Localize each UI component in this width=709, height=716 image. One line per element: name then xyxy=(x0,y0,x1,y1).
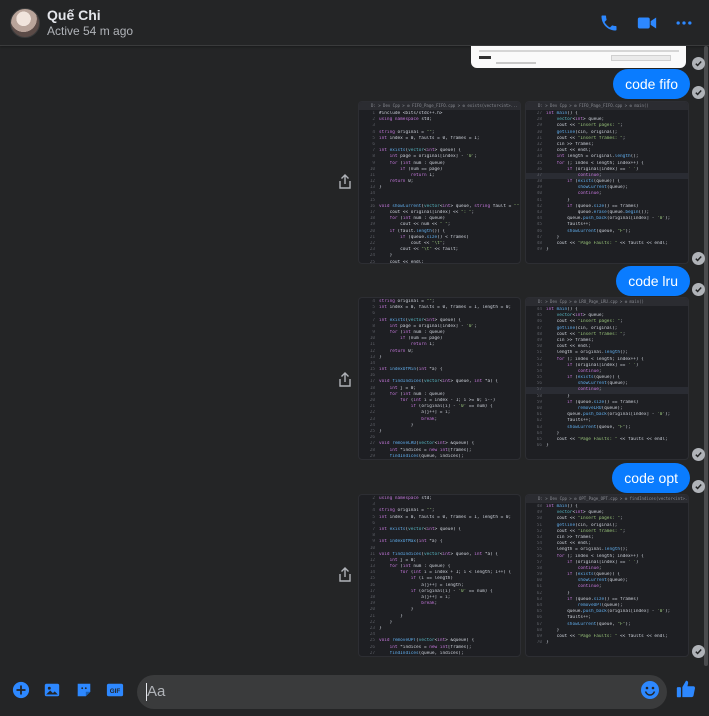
seen-check-icon xyxy=(692,448,705,461)
emoji-icon[interactable] xyxy=(640,680,660,700)
code-lines: 1 #include <bits/stdc++.h> 2 using namespac… xyxy=(359,110,520,264)
line-number: 70 xyxy=(536,640,542,646)
sticker-icon[interactable] xyxy=(74,680,94,700)
svg-text:GIF: GIF xyxy=(110,688,121,695)
line-number: 66 xyxy=(536,443,542,449)
line-text: cout << endl; xyxy=(379,259,424,264)
message-composer: GIF Aa xyxy=(0,666,709,716)
code-lines: 48 int main() {49 vector<int> queue; 50 co… xyxy=(526,503,688,646)
line-text: } xyxy=(546,640,549,646)
seen-check-icon xyxy=(692,57,705,70)
active-status: Active 54 m ago xyxy=(47,24,134,38)
share-icon[interactable] xyxy=(338,372,352,388)
line-text: } xyxy=(546,443,549,449)
code-line: 70} xyxy=(526,640,688,646)
seen-check-icon xyxy=(692,252,705,265)
code-lines: 27 int main() {28 vector<int> queue; 29 co… xyxy=(526,110,688,253)
thumbs-up-icon[interactable] xyxy=(675,678,697,700)
plus-circle-icon[interactable] xyxy=(11,680,31,700)
message-bubble[interactable]: code opt xyxy=(612,463,690,493)
editor-breadcrumb: D: > Dev Cpp > ⚙ FIFO_Page_FIFO.cpp > ⚙ … xyxy=(359,102,520,110)
avatar[interactable] xyxy=(10,8,40,38)
code-screenshot-opt-left[interactable]: 2 using namespace std; 3 4 string original =… xyxy=(358,494,521,657)
seen-check-icon xyxy=(692,645,705,658)
scroll-thumb[interactable] xyxy=(704,46,708,666)
messenger-chat-window: Quế Chi Active 54 m ago code fifo D: > D… xyxy=(0,0,709,716)
code-screenshot-lru-left[interactable]: 4 string original = ""; 5 int index = 0, fa… xyxy=(358,297,521,460)
more-options-icon[interactable] xyxy=(673,12,695,34)
code-line: 25 cout << endl; xyxy=(359,259,520,264)
code-screenshot-lru-right[interactable]: D: > Dev Cpp > ⚙ LRU_Page_LRU.cpp > ⚙ ma… xyxy=(525,297,689,460)
code-lines: 4 string original = ""; 5 int index = 0, fa… xyxy=(359,298,520,459)
code-lines: 2 using namespace std; 3 4 string original =… xyxy=(359,495,520,656)
line-text: findIndices(queue, indices); xyxy=(389,453,464,459)
code-screenshot-opt-right[interactable]: D: > Dev Cpp > ⚙ OPT_Page_OPT.cpp > ⚙ fi… xyxy=(525,494,689,657)
code-line: 29 findIndices(queue, indices); xyxy=(359,453,520,459)
share-icon[interactable] xyxy=(338,174,352,190)
editor-breadcrumb: D: > Dev Cpp > ⚙ FIFO_Page_FIFO.cpp > ⚙ … xyxy=(526,102,688,110)
message-input-placeholder: Aa xyxy=(147,683,166,700)
contact-name[interactable]: Quế Chi xyxy=(47,7,101,23)
code-line: 66} xyxy=(526,443,688,449)
share-icon[interactable] xyxy=(338,567,352,583)
code-line: 49} xyxy=(526,247,688,253)
line-text: } xyxy=(546,247,549,253)
editor-breadcrumb: D: > Dev Cpp > ⚙ OPT_Page_OPT.cpp > ⚙ fi… xyxy=(526,495,688,503)
line-number: 29 xyxy=(369,453,375,459)
seen-check-icon xyxy=(692,480,705,493)
video-camera-icon[interactable] xyxy=(635,12,659,34)
line-number: 49 xyxy=(536,247,542,253)
editor-breadcrumb: D: > Dev Cpp > ⚙ LRU_Page_LRU.cpp > ⚙ ma… xyxy=(526,298,688,306)
message-input[interactable]: Aa xyxy=(137,675,667,709)
image-attachment-top[interactable] xyxy=(471,46,686,68)
phone-icon[interactable] xyxy=(598,12,620,34)
chat-header: Quế Chi Active 54 m ago xyxy=(0,0,709,46)
gif-icon[interactable]: GIF xyxy=(105,680,125,700)
image-icon[interactable] xyxy=(42,680,62,700)
scrollbar[interactable] xyxy=(703,46,709,666)
message-bubble[interactable]: code lru xyxy=(616,266,690,296)
code-screenshot-fifo-right[interactable]: D: > Dev Cpp > ⚙ FIFO_Page_FIFO.cpp > ⚙ … xyxy=(525,101,689,264)
message-bubble[interactable]: code fifo xyxy=(613,69,690,99)
seen-check-icon xyxy=(692,283,705,296)
seen-check-icon xyxy=(692,86,705,99)
code-screenshot-fifo-left[interactable]: D: > Dev Cpp > ⚙ FIFO_Page_FIFO.cpp > ⚙ … xyxy=(358,101,521,264)
code-lines: 44 int main() {45 vector<int> queue; 46 co… xyxy=(526,306,688,449)
line-number: 25 xyxy=(369,259,375,264)
